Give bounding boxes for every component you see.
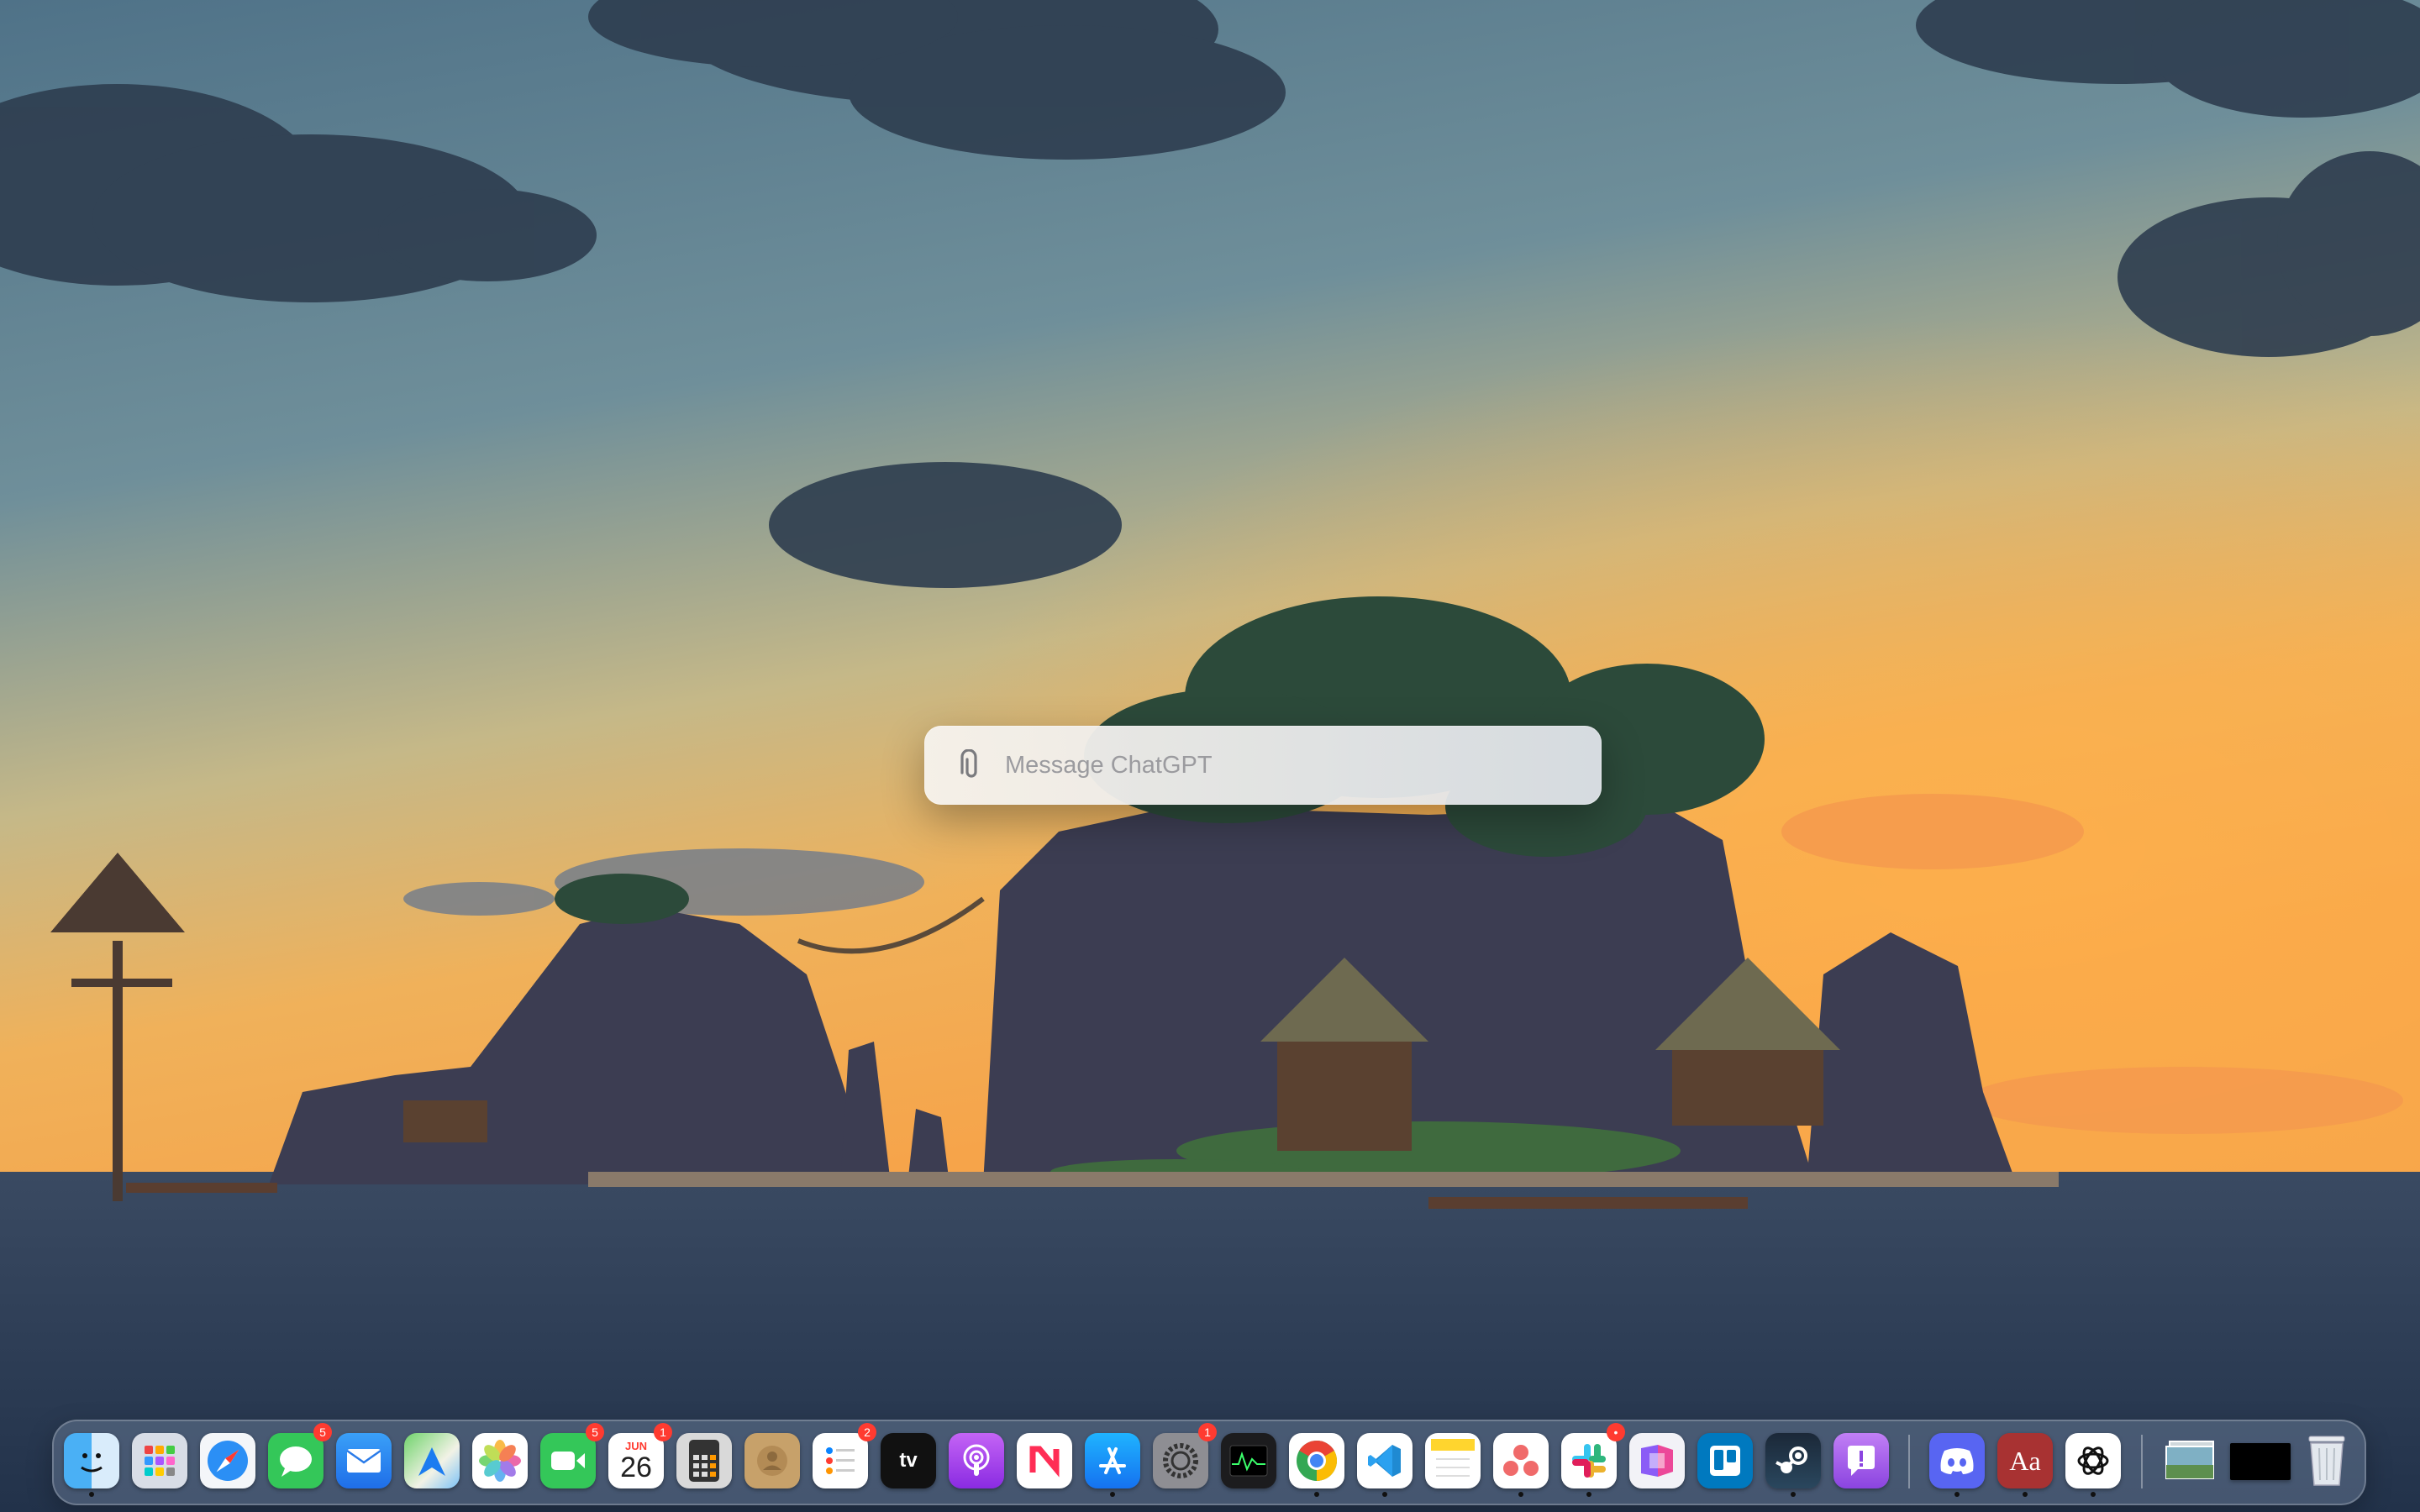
facetime-badge: 5	[586, 1423, 604, 1441]
mail-icon[interactable]	[336, 1433, 392, 1488]
vscode-icon[interactable]	[1357, 1433, 1413, 1488]
running-indicator	[1518, 1492, 1523, 1497]
running-indicator	[1110, 1492, 1115, 1497]
system-settings-badge: 1	[1198, 1423, 1217, 1441]
slack-badge: •	[1607, 1423, 1625, 1441]
slack-icon[interactable]: •	[1561, 1423, 1625, 1488]
window-thumbnail-icon[interactable]	[2230, 1443, 2291, 1480]
calendar-badge: 1	[654, 1423, 672, 1441]
apple-tv-label: tv	[899, 1449, 918, 1472]
podcasts-icon[interactable]	[949, 1433, 1004, 1488]
chatgpt-icon[interactable]	[2065, 1433, 2121, 1488]
running-indicator	[1382, 1492, 1387, 1497]
activity-monitor-icon[interactable]	[1221, 1433, 1276, 1488]
running-indicator	[2023, 1492, 2028, 1497]
facetime-icon[interactable]: 5	[540, 1423, 604, 1488]
messages-badge: 5	[313, 1423, 332, 1441]
asana-icon[interactable]	[1493, 1433, 1549, 1488]
running-indicator	[1314, 1492, 1319, 1497]
launchpad-icon[interactable]	[132, 1433, 187, 1488]
reminders-icon[interactable]: 2	[813, 1423, 876, 1488]
dictionary-icon[interactable]: Aa	[1997, 1433, 2053, 1488]
messages-icon[interactable]: 5	[268, 1423, 332, 1488]
news-icon[interactable]	[1017, 1433, 1072, 1488]
contacts-icon[interactable]	[744, 1433, 800, 1488]
trash-icon[interactable]	[2299, 1433, 2354, 1488]
calendar-day: 26	[620, 1452, 652, 1483]
photos-icon[interactable]	[472, 1433, 528, 1488]
apple-tv-icon[interactable]: tv	[881, 1433, 936, 1488]
chrome-icon[interactable]	[1289, 1433, 1344, 1488]
running-indicator	[1954, 1492, 1960, 1497]
app-store-icon[interactable]	[1085, 1433, 1140, 1488]
chatgpt-message-input[interactable]	[1003, 739, 1576, 791]
discord-icon[interactable]	[1929, 1433, 1985, 1488]
feedback-icon[interactable]	[1833, 1433, 1889, 1488]
trello-icon[interactable]	[1697, 1433, 1753, 1488]
finder-icon[interactable]	[64, 1433, 119, 1488]
running-indicator	[2091, 1492, 2096, 1497]
maps-icon[interactable]	[404, 1433, 460, 1488]
running-indicator	[89, 1492, 94, 1497]
calendar-month: JUN	[624, 1440, 647, 1452]
gear-icon[interactable]: 1	[1153, 1423, 1217, 1488]
image-stack-icon[interactable]	[2163, 1433, 2218, 1488]
dock-separator	[2141, 1435, 2143, 1488]
dock-separator	[1908, 1435, 1910, 1488]
craft-icon[interactable]	[1629, 1433, 1685, 1488]
reminders-badge: 2	[858, 1423, 876, 1441]
calculator-icon[interactable]	[676, 1433, 732, 1488]
running-indicator	[1586, 1492, 1591, 1497]
paperclip-icon[interactable]	[955, 747, 988, 784]
steam-icon[interactable]	[1765, 1433, 1821, 1488]
dictionary-label: Aa	[2009, 1445, 2041, 1476]
running-indicator	[1791, 1492, 1796, 1497]
safari-icon[interactable]	[200, 1433, 255, 1488]
chatgpt-message-bar	[924, 726, 1602, 805]
calendar-icon[interactable]: JUN 26 1	[608, 1423, 672, 1488]
notes-icon[interactable]	[1425, 1433, 1481, 1488]
